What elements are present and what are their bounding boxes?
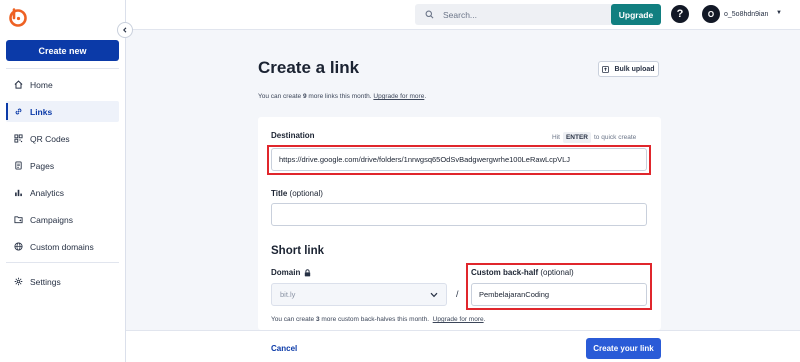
campaigns-icon xyxy=(14,216,23,224)
sidebar-item-campaigns[interactable]: Campaigns xyxy=(6,209,119,230)
sidebar-item-analytics[interactable]: Analytics xyxy=(6,182,119,203)
search-placeholder: Search... xyxy=(443,9,478,20)
upgrade-for-more-link[interactable]: Upgrade for more xyxy=(433,316,484,323)
sidebar-item-label: Home xyxy=(30,79,53,90)
search-icon xyxy=(425,10,434,19)
qr-code-icon xyxy=(14,134,23,143)
title-field[interactable] xyxy=(271,203,647,226)
cancel-button[interactable]: Cancel xyxy=(271,344,297,353)
sidebar-item-label: Settings xyxy=(30,276,61,287)
sidebar-item-label: Custom domains xyxy=(30,241,94,252)
sidebar-item-label: Campaigns xyxy=(30,214,73,225)
limit-text: more links this month. xyxy=(306,93,374,100)
upgrade-button[interactable]: Upgrade xyxy=(611,4,661,25)
avatar[interactable]: O xyxy=(702,5,720,23)
sidebar-item-label: Analytics xyxy=(30,187,65,198)
sidebar-item-links[interactable]: Links xyxy=(6,101,119,122)
custom-backhalf-field[interactable]: PembelajaranCoding xyxy=(471,283,647,306)
collapse-sidebar-button[interactable] xyxy=(117,22,133,38)
sidebar-divider xyxy=(6,68,119,69)
sidebar-item-label: QR Codes xyxy=(30,133,70,144)
domain-select[interactable]: bit.ly xyxy=(271,283,447,306)
sidebar-item-settings[interactable]: Settings xyxy=(6,271,119,292)
chevron-down-icon xyxy=(430,292,438,298)
topbar: Search... Upgrade ? O o_5o8hdn9ian ▼ xyxy=(126,0,800,30)
note-text: more custom back-halves this month. xyxy=(319,316,430,323)
sidebar-item-label: Pages xyxy=(30,160,55,171)
account-username[interactable]: o_5o8hdn9ian xyxy=(724,11,768,18)
create-your-link-button[interactable]: Create your link xyxy=(586,338,661,359)
upload-icon xyxy=(602,65,610,73)
gear-icon xyxy=(14,277,23,286)
link-icon xyxy=(15,108,22,115)
create-new-button[interactable]: Create new xyxy=(6,40,119,61)
sidebar-item-qr-codes[interactable]: QR Codes xyxy=(6,128,119,149)
sidebar-divider xyxy=(6,262,119,263)
note-text: You can create xyxy=(271,316,316,323)
enter-key-badge: ENTER xyxy=(562,132,591,143)
optional-tag: (optional) xyxy=(538,268,574,277)
destination-label: Destination xyxy=(271,131,315,140)
bitly-logo-icon[interactable] xyxy=(8,7,28,27)
title-label: Title (optional) xyxy=(271,189,323,198)
bulk-upload-button[interactable]: Bulk upload xyxy=(598,61,659,77)
quick-create-hint: Hit ENTER to quick create xyxy=(552,132,636,143)
domain-label-text: Domain xyxy=(271,268,301,277)
page-title: Create a link xyxy=(258,58,360,77)
sidebar-item-label: Links xyxy=(30,106,53,117)
note-text: . xyxy=(483,316,486,323)
sidebar-item-pages[interactable]: Pages xyxy=(6,155,119,176)
form-footer xyxy=(126,330,800,362)
link-limit-note: You can create 9 more links this month. … xyxy=(258,93,426,100)
upgrade-for-more-link[interactable]: Upgrade for more xyxy=(373,93,424,100)
limit-text: You can create xyxy=(258,93,303,100)
help-icon[interactable]: ? xyxy=(671,5,689,23)
domain-value: bit.ly xyxy=(280,290,296,299)
lock-icon xyxy=(305,268,311,276)
chevron-down-icon[interactable]: ▼ xyxy=(776,10,782,16)
destination-field[interactable]: https://drive.google.com/drive/folders/1… xyxy=(271,148,647,171)
active-indicator xyxy=(6,103,8,120)
limit-text: . xyxy=(424,93,427,100)
title-label-text: Title xyxy=(271,189,288,198)
path-separator: / xyxy=(456,289,459,299)
short-link-heading: Short link xyxy=(271,245,325,257)
backhalf-label: Custom back-half (optional) xyxy=(471,268,574,277)
backhalf-label-text: Custom back-half xyxy=(471,268,539,277)
hint-text: Hit xyxy=(552,134,560,141)
analytics-icon xyxy=(15,189,22,197)
optional-tag: (optional) xyxy=(287,189,323,198)
sidebar-item-custom-domains[interactable]: Custom domains xyxy=(6,236,119,257)
home-icon xyxy=(14,80,23,89)
bulk-upload-label: Bulk upload xyxy=(614,65,655,73)
hint-text: to quick create xyxy=(593,134,637,141)
pages-icon xyxy=(15,161,22,170)
search-input[interactable]: Search... xyxy=(415,4,625,25)
chevron-left-icon xyxy=(123,27,127,33)
sidebar: Create new Home Links QR Codes Pages Ana… xyxy=(0,0,126,362)
backhalf-limit-note: You can create 3 more custom back-halves… xyxy=(271,316,485,323)
sidebar-item-home[interactable]: Home xyxy=(6,74,119,95)
globe-icon xyxy=(14,242,23,251)
domain-label: Domain xyxy=(271,268,311,277)
